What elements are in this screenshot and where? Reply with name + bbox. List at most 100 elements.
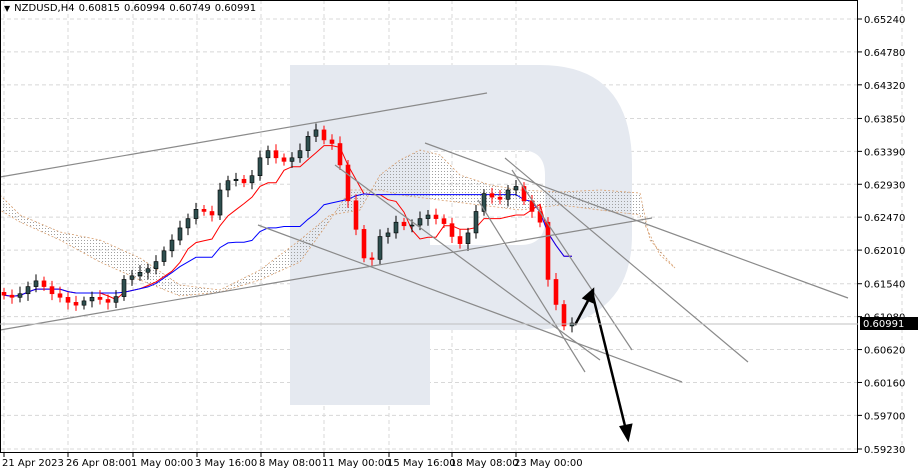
candle-body bbox=[145, 268, 151, 273]
candle-body bbox=[65, 297, 71, 303]
candle-body bbox=[41, 280, 47, 287]
candle-body bbox=[49, 286, 55, 295]
watermark-logo bbox=[290, 65, 632, 405]
candle-body bbox=[265, 150, 271, 159]
y-tick-label: 0.62010 bbox=[864, 246, 905, 257]
candle-body bbox=[465, 232, 471, 244]
candle-body bbox=[249, 175, 255, 184]
candle-body bbox=[353, 200, 359, 230]
candle-body bbox=[473, 211, 479, 234]
candle-body bbox=[401, 221, 407, 227]
y-tick-label: 0.60620 bbox=[864, 346, 905, 357]
arrow-down bbox=[590, 291, 628, 431]
candle-body bbox=[257, 157, 263, 176]
high-value: 0.60994 bbox=[123, 3, 166, 14]
candle-body bbox=[1, 292, 7, 296]
y-tick-label: 0.63850 bbox=[864, 114, 905, 125]
x-tick-label: 3 May 16:00 bbox=[195, 458, 257, 469]
candle-body bbox=[329, 139, 335, 144]
candle-body bbox=[185, 218, 191, 229]
x-tick-label: 23 May 00:00 bbox=[514, 458, 583, 469]
y-tick-label: 0.59700 bbox=[864, 411, 905, 422]
close-value: 0.60991 bbox=[214, 3, 257, 14]
candle-body bbox=[9, 294, 15, 298]
candle-body bbox=[209, 211, 215, 216]
candle-body bbox=[169, 239, 175, 252]
candle-body bbox=[57, 293, 63, 298]
candle-body bbox=[417, 218, 423, 226]
candle-body bbox=[369, 257, 375, 260]
candle-body bbox=[241, 178, 247, 184]
candle-body bbox=[233, 178, 239, 181]
candle-body bbox=[337, 143, 343, 166]
candle-body bbox=[17, 293, 23, 298]
symbol-label: NZDUSD,H4 bbox=[14, 3, 75, 14]
candle-body bbox=[97, 297, 103, 300]
candle-body bbox=[121, 279, 127, 297]
candle-body bbox=[561, 304, 567, 327]
y-axis: 0.65240 0.64780 0.64320 0.63850 0.63390 0.629… bbox=[858, 15, 905, 456]
x-tick-label: 15 May 16:00 bbox=[387, 458, 456, 469]
x-tick-label: 11 May 00:00 bbox=[322, 458, 391, 469]
candle-body bbox=[161, 250, 167, 262]
candle-body bbox=[425, 214, 431, 219]
candle-body bbox=[73, 302, 79, 306]
candle-body bbox=[281, 157, 287, 162]
y-tick-label: 0.64780 bbox=[864, 48, 905, 59]
candle-body bbox=[193, 209, 199, 219]
candle-body bbox=[513, 186, 519, 191]
candle-body bbox=[297, 150, 303, 159]
candle-body bbox=[225, 180, 231, 191]
candle-body bbox=[89, 297, 95, 302]
candle-body bbox=[457, 236, 463, 244]
chart-title: ▼ NZDUSD,H4 0.60815 0.60994 0.60749 0.60991 bbox=[4, 3, 260, 14]
y-tick-label: 0.62930 bbox=[864, 180, 905, 191]
candle-body bbox=[201, 209, 207, 212]
candle-body bbox=[113, 296, 119, 303]
low-value: 0.60749 bbox=[169, 3, 211, 14]
x-tick-label: 18 May 08:00 bbox=[450, 458, 519, 469]
x-axis: 21 Apr 2023 26 Apr 08:00 1 May 00:00 3 May … bbox=[2, 452, 583, 469]
candle-body bbox=[305, 136, 311, 151]
y-tick-label: 0.63390 bbox=[864, 147, 905, 158]
candle-body bbox=[345, 164, 351, 202]
x-tick-label: 26 Apr 08:00 bbox=[66, 458, 131, 469]
candle-body bbox=[177, 227, 183, 241]
candle-body bbox=[361, 229, 367, 259]
y-tick-label: 0.61540 bbox=[864, 280, 905, 291]
x-tick-label: 21 Apr 2023 bbox=[2, 458, 64, 469]
candle-body bbox=[385, 232, 391, 237]
candle-body bbox=[217, 189, 223, 216]
open-value: 0.60815 bbox=[78, 3, 120, 14]
y-tick-label: 0.60160 bbox=[864, 378, 905, 389]
candle-body bbox=[553, 279, 559, 305]
candle-body bbox=[137, 271, 143, 277]
candle-body bbox=[377, 236, 383, 260]
y-tick-label: 0.64320 bbox=[864, 81, 905, 92]
candle-body bbox=[321, 129, 327, 141]
arrow-down-head bbox=[619, 423, 633, 443]
candle-body bbox=[129, 275, 135, 280]
candle-body bbox=[289, 157, 295, 162]
candle-body bbox=[81, 300, 87, 306]
candle-body bbox=[505, 189, 511, 200]
candle-body bbox=[105, 299, 111, 303]
candle-body bbox=[393, 221, 399, 234]
candle-body bbox=[545, 221, 551, 280]
current-price-label: 0.60991 bbox=[863, 319, 904, 330]
candle-body bbox=[497, 196, 503, 200]
candle-body bbox=[441, 218, 447, 224]
y-tick-label: 0.59230 bbox=[864, 445, 905, 456]
x-tick-label: 1 May 00:00 bbox=[131, 458, 193, 469]
candle-body bbox=[313, 129, 319, 137]
candle-body bbox=[33, 280, 39, 287]
price-chart[interactable]: 0.65240 0.64780 0.64320 0.63850 0.63390 0.629… bbox=[0, 0, 919, 472]
candle-body bbox=[273, 150, 279, 159]
candle-body bbox=[489, 193, 495, 198]
x-tick-label: 8 May 08:00 bbox=[259, 458, 321, 469]
candle-body bbox=[25, 286, 31, 295]
candle-body bbox=[433, 214, 439, 219]
candle-body bbox=[409, 224, 415, 227]
candle-body bbox=[153, 261, 159, 270]
dropdown-triangle-icon[interactable]: ▼ bbox=[4, 4, 10, 13]
